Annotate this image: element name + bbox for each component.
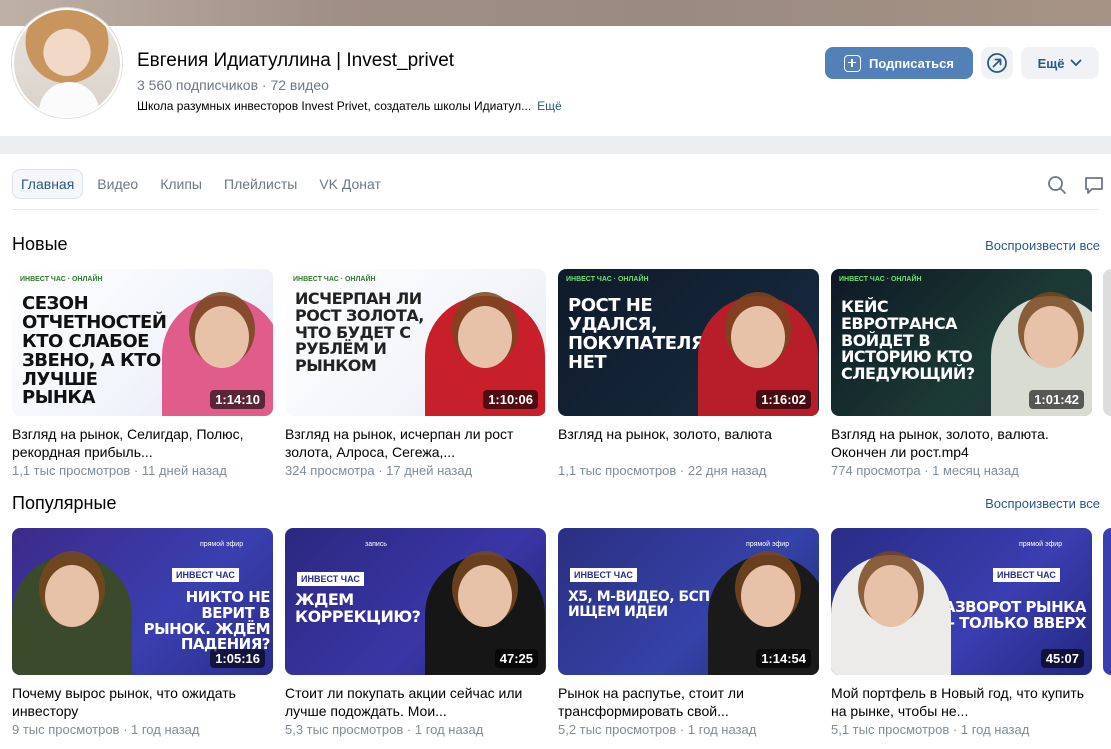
video-title[interactable]: Мой портфель в Новый год, что купить на …	[831, 684, 1092, 720]
subscribe-button[interactable]: Подписаться	[825, 47, 973, 79]
more-label: Ещё	[1037, 55, 1065, 71]
video-card[interactable]: ИНВЕСТ ЧАС · ОНЛАЙН СЕЗОН ОТЧЕТНОСТЕЙ КТ…	[12, 269, 273, 478]
thumbnail-text: СЕЗОН ОТЧЕТНОСТЕЙ КТО СЛАБОЕ ЗВЕНО, А КТ…	[22, 293, 167, 409]
video-meta: 1,1 тыс просмотров · 11 дней назад	[12, 463, 227, 478]
play-all-new-link[interactable]: Воспроизвести все	[985, 238, 1100, 253]
more-button[interactable]: Ещё	[1021, 47, 1099, 79]
next-video-peek[interactable]	[1103, 269, 1111, 416]
video-thumbnail[interactable]: ИНВЕСТ ЧАС прямой эфир X5, М-ВИДЕО, БСП …	[558, 528, 819, 675]
subscribe-label: Подписаться	[868, 55, 954, 71]
tab-videos[interactable]: Видео	[89, 169, 146, 199]
thumbnail-text: ИСЧЕРПАН ЛИ РОСТ ЗОЛОТА, ЧТО БУДЕТ С РУБ…	[295, 289, 424, 376]
video-title[interactable]: Взгляд на рынок, исчерпан ли рост золота…	[285, 425, 546, 461]
tab-playlists[interactable]: Плейлисты	[216, 169, 305, 199]
channel-description-text: Школа разумных инвесторов Invest Privet,…	[137, 99, 532, 113]
video-duration: 1:14:54	[756, 649, 811, 668]
cover-image	[0, 0, 1111, 26]
tab-clips[interactable]: Клипы	[152, 169, 210, 199]
thumbnail-person	[12, 555, 132, 675]
thumbnail-badge: ИНВЕСТ ЧАС · ОНЛАЙН	[566, 276, 649, 283]
share-button[interactable]	[981, 47, 1013, 79]
video-title[interactable]: Взгляд на рынок, Селигдар, Полюс, рекорд…	[12, 425, 273, 461]
video-meta: 5,1 тыс просмотров · 1 год назад	[831, 722, 1030, 737]
video-title[interactable]: Рынок на распутье, стоит ли трансформиро…	[558, 684, 819, 720]
description-more-link[interactable]: Ещё	[537, 99, 562, 113]
channel-tabs: Главная Видео Клипы Плейлисты VK Донат	[12, 169, 395, 199]
thumbnail-text: РАЗВОРОТ РЫНКА - ТОЛЬКО ВВЕРХ	[933, 598, 1086, 632]
thumbnail-badge: ИНВЕСТ ЧАС	[172, 568, 239, 582]
thumbnail-text: КЕЙС ЕВРОТРАНСА ВОЙДЕТ В ИСТОРИЮ КТО СЛЕ…	[841, 297, 975, 384]
video-title[interactable]: Почему вырос рынок, что ожидать инвестор…	[12, 684, 273, 720]
video-duration: 1:01:42	[1029, 390, 1084, 409]
thumbnail-badge: ИНВЕСТ ЧАС	[993, 568, 1060, 582]
video-card[interactable]: ИНВЕСТ ЧАС запись ЖДЕМ КОРРЕКЦИЮ? 47:25 …	[285, 528, 546, 737]
video-meta: 774 просмотра · 1 месяц назад	[831, 463, 1019, 478]
play-all-popular-link[interactable]: Воспроизвести все	[985, 496, 1100, 511]
thumbnail-live-label: прямой эфир	[746, 541, 790, 548]
channel-header: Евгения Идиатуллина | Invest_privet 3 56…	[0, 8, 1111, 136]
next-video-peek[interactable]	[1103, 528, 1111, 675]
video-meta: 5,2 тыс просмотров · 1 год назад	[558, 722, 757, 737]
section-title-new: Новые	[12, 234, 68, 254]
video-title[interactable]: Стоит ли покупать акции сейчас или лучше…	[285, 684, 546, 720]
channel-name: Евгения Идиатуллина | Invest_privet	[137, 50, 455, 71]
thumbnail-badge: ИНВЕСТ ЧАС · ОНЛАЙН	[20, 276, 103, 283]
video-duration: 1:05:16	[210, 649, 265, 668]
channel-description: Школа разумных инвесторов Invest Privet,…	[137, 99, 562, 113]
video-thumbnail[interactable]: ИНВЕСТ ЧАС · ОНЛАЙН РОСТ НЕ УДАЛСЯ, ПОКУ…	[558, 269, 819, 416]
video-duration: 1:16:02	[756, 390, 811, 409]
chevron-down-icon	[1071, 59, 1082, 66]
video-meta: 9 тыс просмотров · 1 год назад	[12, 722, 200, 737]
comment-icon[interactable]	[1083, 174, 1105, 196]
thumbnail-live-label: запись	[365, 541, 387, 548]
video-duration: 45:07	[1040, 649, 1084, 668]
video-title[interactable]: Взгляд на рынок, золото, валюта	[558, 425, 819, 461]
video-duration: 47:25	[494, 649, 538, 668]
tabs-divider	[12, 209, 1099, 210]
video-thumbnail[interactable]: ИНВЕСТ ЧАС · ОНЛАЙН ИСЧЕРПАН ЛИ РОСТ ЗОЛ…	[285, 269, 546, 416]
channel-avatar[interactable]	[12, 8, 122, 118]
video-title[interactable]: Взгляд на рынок, золото, валюта. Окончен…	[831, 425, 1092, 461]
thumbnail-badge: ИНВЕСТ ЧАС · ОНЛАЙН	[293, 276, 376, 283]
thumbnail-text: X5, М-ВИДЕО, БСП - ИЩЕМ ИДЕИ	[568, 589, 720, 620]
tab-home[interactable]: Главная	[12, 169, 84, 199]
search-icon[interactable]	[1046, 174, 1068, 196]
video-duration: 1:14:10	[210, 390, 265, 409]
thumbnail-live-label: прямой эфир	[1019, 541, 1063, 548]
video-card[interactable]: ИНВЕСТ ЧАС · ОНЛАЙН КЕЙС ЕВРОТРАНСА ВОЙД…	[831, 269, 1092, 478]
section-title-popular: Популярные	[12, 493, 117, 513]
video-thumbnail[interactable]: ИНВЕСТ ЧАС · ОНЛАЙН СЕЗОН ОТЧЕТНОСТЕЙ КТ…	[12, 269, 273, 416]
thumbnail-badge: ИНВЕСТ ЧАС	[297, 572, 364, 586]
video-thumbnail[interactable]: ИНВЕСТ ЧАС прямой эфир РАЗВОРОТ РЫНКА - …	[831, 528, 1092, 675]
video-card[interactable]: ИНВЕСТ ЧАС прямой эфир НИКТО НЕ ВЕРИТ В …	[12, 528, 273, 737]
thumbnail-badge: ИНВЕСТ ЧАС · ОНЛАЙН	[839, 276, 922, 283]
tab-vk-donut[interactable]: VK Донат	[311, 169, 389, 199]
thumbnail-person	[831, 555, 951, 675]
thumbnail-text: НИКТО НЕ ВЕРИТ В РЫНОК. ЖДЁМ ПАДЕНИЯ?	[143, 588, 271, 654]
share-arrow-icon	[987, 53, 1007, 73]
thumbnail-badge: ИНВЕСТ ЧАС	[570, 568, 637, 582]
video-thumbnail[interactable]: ИНВЕСТ ЧАС запись ЖДЕМ КОРРЕКЦИЮ? 47:25	[285, 528, 546, 675]
thumbnail-live-label: прямой эфир	[200, 541, 244, 548]
video-card[interactable]: ИНВЕСТ ЧАС · ОНЛАЙН РОСТ НЕ УДАЛСЯ, ПОКУ…	[558, 269, 819, 478]
thumbnail-text: ЖДЕМ КОРРЕКЦИЮ?	[295, 590, 421, 626]
channel-stats: 3 560 подписчиков · 72 видео	[137, 77, 329, 93]
video-thumbnail[interactable]: ИНВЕСТ ЧАС · ОНЛАЙН КЕЙС ЕВРОТРАНСА ВОЙД…	[831, 269, 1092, 416]
video-meta: 1,1 тыс просмотров · 22 дня назад	[558, 463, 767, 478]
plus-square-icon	[843, 54, 861, 72]
thumbnail-text: РОСТ НЕ УДАЛСЯ, ПОКУПАТЕЛЯ НЕТ	[568, 295, 705, 373]
video-card[interactable]: ИНВЕСТ ЧАС прямой эфир РАЗВОРОТ РЫНКА - …	[831, 528, 1092, 737]
video-meta: 5,3 тыс просмотров · 1 год назад	[285, 722, 484, 737]
video-thumbnail[interactable]: ИНВЕСТ ЧАС прямой эфир НИКТО НЕ ВЕРИТ В …	[12, 528, 273, 675]
channel-content: Главная Видео Клипы Плейлисты VK Донат Н…	[0, 154, 1111, 749]
video-card[interactable]: ИНВЕСТ ЧАС прямой эфир X5, М-ВИДЕО, БСП …	[558, 528, 819, 737]
video-duration: 1:10:06	[483, 390, 538, 409]
video-meta: 324 просмотра · 17 дней назад	[285, 463, 473, 478]
video-card[interactable]: ИНВЕСТ ЧАС · ОНЛАЙН ИСЧЕРПАН ЛИ РОСТ ЗОЛ…	[285, 269, 546, 478]
